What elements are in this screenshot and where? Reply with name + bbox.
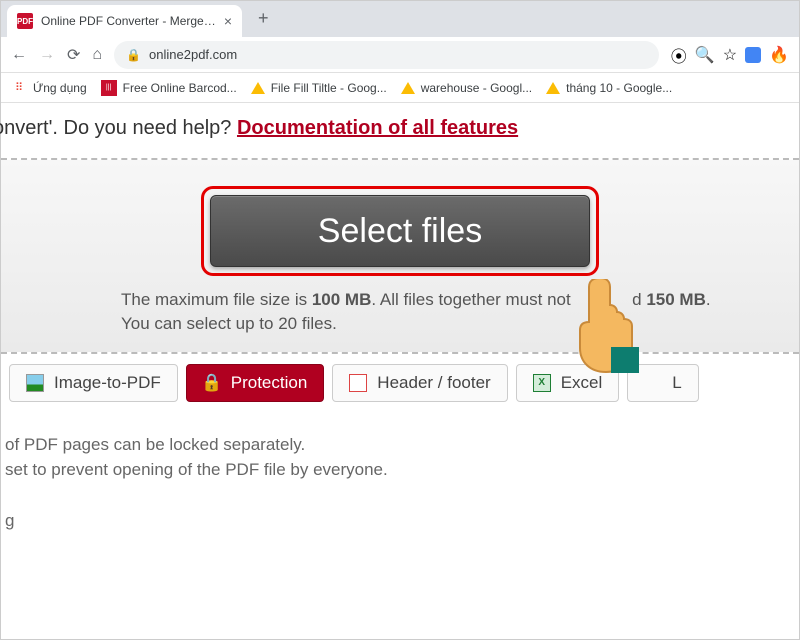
bookmark-item[interactable]: ||| Free Online Barcod...	[101, 80, 237, 96]
url-bar[interactable]: 🔒 online2pdf.com	[114, 41, 659, 69]
excel-icon: X	[533, 374, 551, 392]
apps-icon: ⠿	[11, 80, 27, 96]
translate-icon[interactable]: ⦿	[671, 43, 687, 67]
tab-header-footer[interactable]: Header / footer	[332, 364, 507, 402]
protection-description: of PDF pages can be locked separately. s…	[0, 412, 799, 534]
new-tab-button[interactable]: +	[250, 4, 277, 33]
forward-button[interactable]: →	[39, 46, 55, 64]
browser-tab[interactable]: PDF Online PDF Converter - Merge, c ×	[7, 5, 242, 37]
help-text: onvert'. Do you need help? Documentation…	[0, 117, 799, 158]
drive-icon	[401, 82, 415, 94]
tab-image-to-pdf[interactable]: Image-to-PDF	[9, 364, 178, 402]
fire-icon[interactable]: 🔥	[769, 45, 789, 65]
home-button[interactable]: ⌂	[92, 46, 102, 64]
apps-button[interactable]: ⠿ Ứng dụng	[11, 80, 87, 96]
pointing-hand-icon	[557, 279, 647, 379]
image-icon	[26, 374, 44, 392]
lock-icon: 🔒	[203, 374, 221, 392]
drive-icon	[546, 82, 560, 94]
back-button[interactable]: ←	[11, 46, 27, 64]
star-icon[interactable]: ☆	[723, 45, 737, 65]
pdf-icon: PDF	[17, 13, 33, 29]
extension-icon[interactable]	[745, 47, 761, 63]
bookmark-item[interactable]: File Fill Tiltle - Goog...	[251, 81, 387, 95]
size-info: The maximum file size is 100 MB. All fil…	[1, 288, 799, 336]
close-icon[interactable]: ×	[224, 13, 232, 29]
select-highlight: Select files	[201, 186, 599, 276]
url-text: online2pdf.com	[149, 47, 237, 62]
page-icon	[349, 374, 367, 392]
bookmarks-bar: ⠿ Ứng dụng ||| Free Online Barcod... Fil…	[1, 73, 799, 103]
doc-link[interactable]: Documentation of all features	[237, 117, 518, 139]
reload-button[interactable]: ⟳	[67, 45, 80, 65]
barcode-icon: |||	[101, 80, 117, 96]
drive-icon	[251, 82, 265, 94]
bookmark-item[interactable]: warehouse - Googl...	[401, 81, 532, 95]
lock-icon: 🔒	[126, 48, 141, 62]
tab-title: Online PDF Converter - Merge, c	[41, 14, 216, 28]
select-files-button[interactable]: Select files	[210, 195, 590, 267]
zoom-icon[interactable]: 🔍	[695, 45, 715, 65]
option-tabs: Image-to-PDF 🔒 Protection Header / foote…	[1, 352, 799, 412]
bookmark-item[interactable]: tháng 10 - Google...	[546, 81, 672, 95]
tab-protection[interactable]: 🔒 Protection	[186, 364, 325, 402]
